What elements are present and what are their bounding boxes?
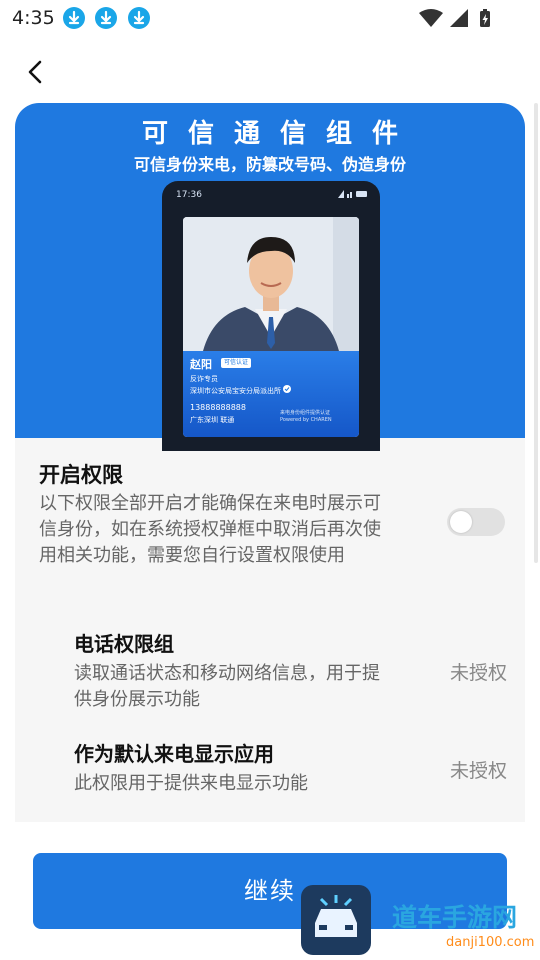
- perm-item-status[interactable]: 未授权: [450, 658, 507, 685]
- perm-item-title: 作为默认来电显示应用: [74, 742, 274, 766]
- scrollbar[interactable]: [534, 103, 538, 563]
- back-button[interactable]: [20, 56, 52, 88]
- download-icon: [95, 7, 117, 29]
- caller-name: 赵阳: [190, 358, 212, 371]
- verified-check-icon: [283, 385, 292, 393]
- battery-charging-icon: [480, 9, 490, 27]
- watermark-text: 道车手游网: [392, 903, 518, 932]
- caller-role: 反诈专员: [190, 375, 218, 383]
- caller-number: 13888888888: [190, 403, 246, 412]
- status-time: 4:35: [12, 7, 55, 29]
- perm-item-description: 此权限用于提供来电显示功能: [74, 773, 308, 794]
- toggle-knob: [450, 511, 472, 533]
- caller-org-text: 深圳市公安局宝安分局派出所: [190, 387, 281, 395]
- powered-line2: Powered by CHAREN: [280, 417, 332, 423]
- permissions-description: 以下权限全部开启才能确保在来电时展示可信身份，如在系统授权弹框中取消后再次使用相…: [39, 493, 381, 566]
- status-bar: 4:35: [0, 0, 540, 36]
- caller-photo: [183, 217, 359, 351]
- permissions-title: 开启权限: [39, 463, 123, 487]
- phone-time: 17:36: [176, 190, 202, 200]
- incoming-call-card: 赵阳 可信认证 反诈专员 深圳市公安局宝安分局派出所 13888888888 广…: [183, 217, 359, 437]
- permissions-master-toggle[interactable]: [447, 508, 505, 536]
- chevron-left-icon: [28, 60, 42, 84]
- watermark-logo: [301, 885, 371, 955]
- hero-subtitle: 可信身份来电，防篡改号码、伪造身份: [133, 155, 406, 174]
- download-icon: [63, 7, 85, 29]
- powered-line1: 来电身份组件提供认证: [280, 410, 331, 416]
- powered-by: 来电身份组件提供认证 Powered by CHAREN: [280, 410, 332, 424]
- perm-item-title: 电话权限组: [74, 632, 174, 656]
- phone-status-icons: [338, 190, 368, 200]
- hero-banner: 可信通信组件 可信身份来电，防篡改号码、伪造身份 17:36 赵阳 可信认证 反…: [15, 103, 525, 451]
- system-icons: [418, 8, 500, 32]
- perm-item-description: 读取通话状态和移动网络信息，用于提供身份展示功能: [74, 663, 380, 710]
- caller-org: 深圳市公安局宝安分局派出所: [190, 385, 292, 396]
- verified-badge: 可信认证: [221, 358, 252, 368]
- download-icon: [128, 7, 150, 29]
- phone-illustration: 17:36 赵阳 可信认证 反诈专员 深圳市公安局宝安分局派出所 1388888…: [162, 181, 380, 451]
- wifi-icon: [419, 9, 443, 27]
- watermark-sub: danji100.com: [446, 935, 535, 950]
- hero-title: 可信通信组件: [141, 119, 418, 149]
- caller-location: 广东深圳 联通: [190, 416, 235, 424]
- perm-item-status[interactable]: 未授权: [450, 756, 507, 783]
- caller-info: 赵阳 可信认证 反诈专员 深圳市公安局宝安分局派出所 13888888888 广…: [183, 351, 359, 437]
- permission-card: 可信通信组件 可信身份来电，防篡改号码、伪造身份 17:36 赵阳 可信认证 反…: [15, 103, 525, 822]
- cell-signal-icon: [450, 9, 468, 27]
